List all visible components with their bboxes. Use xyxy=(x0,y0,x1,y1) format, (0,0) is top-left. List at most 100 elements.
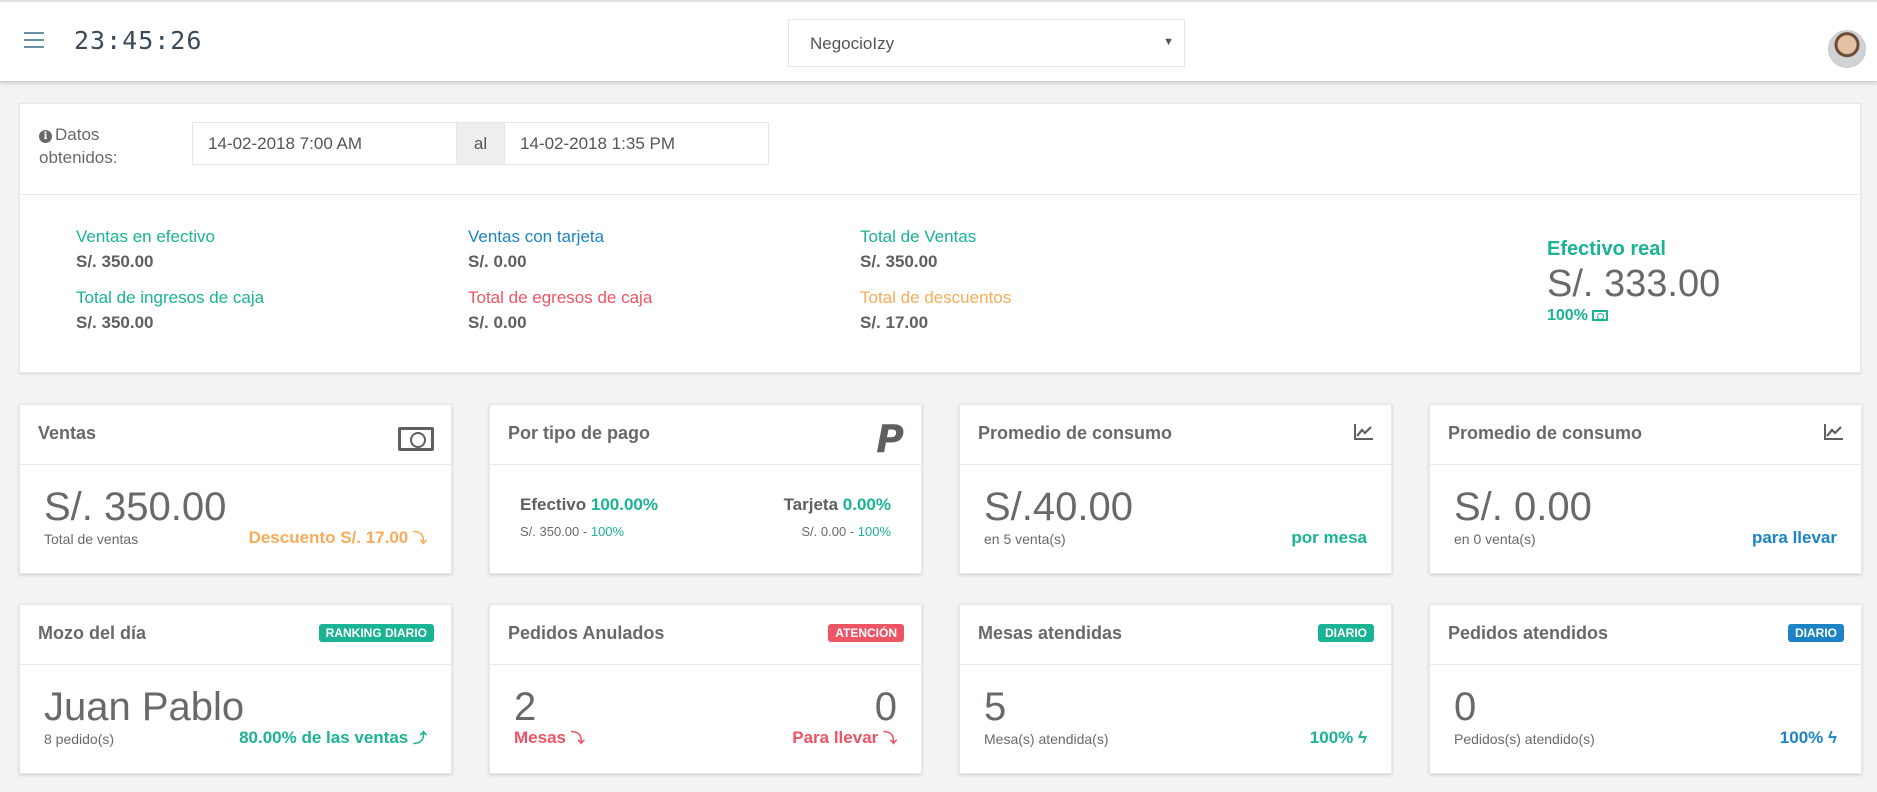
pedidos-percent-text: 100% xyxy=(1779,728,1824,747)
bolt-icon: ϟ xyxy=(1828,728,1837,747)
date-range: 14-02-2018 7:00 AM al 14-02-2018 1:35 PM xyxy=(192,122,769,165)
efectivo-real: Efectivo real S/. 333.00 100% xyxy=(1547,238,1720,325)
info-icon: i xyxy=(39,130,52,143)
arrow-down-icon: ⤵ xyxy=(883,730,897,746)
widget-consumo-llevar: Promedio de consumo S/. 0.00 en 0 venta(… xyxy=(1429,404,1862,574)
ventas-discount-text: Descuento S/. 17.00 xyxy=(248,528,409,547)
mozo-name: Juan Pablo xyxy=(44,685,245,729)
anulados-mesas-label: Mesas ⤵ xyxy=(514,728,585,748)
efectivo-real-title: Efectivo real xyxy=(1547,238,1666,260)
mesas-percent: 100% ϟ xyxy=(1310,728,1367,748)
stat-value: S/. 0.00 xyxy=(468,252,527,271)
consumo-tag: para llevar xyxy=(1751,528,1837,547)
status-badge: DIARIO xyxy=(1318,624,1374,642)
stat-ingresos-caja: Total de ingresos de caja S/. 350.00 xyxy=(76,288,264,333)
stat-value: S/. 0.00 xyxy=(468,313,527,332)
mozo-share: 80.00% de las ventas ⤴ xyxy=(239,728,427,748)
summary-header: i Datos obtenidos: 14-02-2018 7:00 AM al … xyxy=(20,104,1860,195)
stat-value: S/. 350.00 xyxy=(76,252,154,271)
stat-value: S/. 350.00 xyxy=(76,313,154,332)
business-select[interactable]: NegocioIzy ▼ xyxy=(788,19,1185,67)
widget-mozo: Mozo del día RANKING DIARIO Juan Pablo 8… xyxy=(19,604,452,774)
consumo-caption: en 0 venta(s) xyxy=(1454,531,1536,547)
mesas-percent-text: 100% xyxy=(1309,728,1354,747)
pago-label: Tarjeta xyxy=(783,495,839,514)
anulados-llevar-text: Para llevar xyxy=(792,728,879,747)
anulados-mesas-text: Mesas xyxy=(514,728,566,747)
widget-title: Mesas atendidas xyxy=(978,623,1123,643)
efectivo-real-percent: 100% xyxy=(1547,307,1720,325)
widget-header: Pedidos atendidos DIARIO xyxy=(1430,605,1861,665)
pedidos-count: 0 xyxy=(1454,685,1477,729)
widget-header: Mesas atendidas DIARIO xyxy=(960,605,1391,665)
stat-total-ventas: Total de Ventas S/. 350.00 xyxy=(860,227,976,272)
widget-pedidos: Pedidos atendidos DIARIO 0 Pedidos(s) at… xyxy=(1429,604,1862,774)
avatar[interactable] xyxy=(1828,30,1866,68)
stat-label: Ventas con tarjeta xyxy=(468,227,605,246)
pago-sub-pct: 100% xyxy=(590,524,625,539)
consumo-tag: por mesa xyxy=(1291,528,1367,547)
date-from-input[interactable]: 14-02-2018 7:00 AM xyxy=(192,122,457,165)
datos-label: i Datos obtenidos: xyxy=(39,123,149,169)
stat-label: Ventas en efectivo xyxy=(76,227,215,246)
ventas-amount: S/. 350.00 xyxy=(44,485,227,529)
efectivo-real-percent-text: 100% xyxy=(1547,307,1588,324)
summary-panel: i Datos obtenidos: 14-02-2018 7:00 AM al … xyxy=(19,103,1861,373)
consumo-amount: S/.40.00 xyxy=(984,485,1134,529)
top-navbar: 23:45:26 NegocioIzy ▼ xyxy=(0,0,1877,82)
stat-value: S/. 17.00 xyxy=(860,313,929,332)
widget-title: Ventas xyxy=(38,423,97,443)
widget-header: Pedidos Anulados ATENCIÓN xyxy=(490,605,921,665)
stat-egresos-caja: Total de egresos de caja S/. 0.00 xyxy=(468,288,652,333)
widget-mesas: Mesas atendidas DIARIO 5 Mesa(s) atendid… xyxy=(959,604,1392,774)
date-separator: al xyxy=(457,122,504,165)
pago-efectivo: Efectivo 100.00% S/. 350.00 - 100% xyxy=(520,495,658,539)
ventas-discount: Descuento S/. 17.00 ⤵ xyxy=(249,528,427,548)
stat-label: Total de ingresos de caja xyxy=(76,288,265,307)
stat-value: S/. 350.00 xyxy=(860,252,938,271)
paypal-icon: P xyxy=(876,417,904,461)
chevron-down-icon: ▼ xyxy=(1163,36,1174,48)
widget-ventas: Ventas S/. 350.00 Total de ventas Descue… xyxy=(19,404,452,574)
widget-title: Mozo del día xyxy=(38,623,146,643)
pago-pct: 0.00% xyxy=(842,495,891,514)
date-to-input[interactable]: 14-02-2018 1:35 PM xyxy=(504,122,769,165)
widget-title: Pedidos atendidos xyxy=(1448,623,1609,643)
widget-consumo-mesa: Promedio de consumo S/.40.00 en 5 venta(… xyxy=(959,404,1392,574)
datos-label-text: Datos obtenidos: xyxy=(39,125,118,167)
stat-label: Total de Ventas xyxy=(860,227,977,246)
widget-tipo-pago: Por tipo de pago P Efectivo 100.00% S/. … xyxy=(489,404,922,574)
pago-label: Efectivo xyxy=(520,495,587,514)
consumo-caption: en 5 venta(s) xyxy=(984,531,1066,547)
stat-ventas-tarjeta: Ventas con tarjeta S/. 0.00 xyxy=(468,227,604,272)
anulados-llevar-count: 0 xyxy=(874,685,897,729)
pago-sub-pct: 100% xyxy=(857,524,891,539)
status-badge: ATENCIÓN xyxy=(828,624,904,642)
stat-ventas-efectivo: Ventas en efectivo S/. 350.00 xyxy=(76,227,215,272)
widget-header: Mozo del día RANKING DIARIO xyxy=(20,605,451,665)
widget-title: Por tipo de pago xyxy=(508,423,650,443)
line-chart-icon xyxy=(1824,423,1844,446)
stat-label: Total de descuentos xyxy=(860,288,1012,307)
mesas-count: 5 xyxy=(984,685,1007,729)
widget-title: Promedio de consumo xyxy=(1448,423,1643,443)
mozo-share-text: 80.00% de las ventas xyxy=(239,728,409,747)
bolt-icon: ϟ xyxy=(1358,728,1367,747)
pago-amount: S/. 350.00 - xyxy=(520,524,588,539)
pedidos-percent: 100% ϟ xyxy=(1780,728,1837,748)
business-select-value: NegocioIzy xyxy=(810,34,895,53)
widget-title: Promedio de consumo xyxy=(978,423,1173,443)
stat-label: Total de egresos de caja xyxy=(468,288,653,307)
pago-pct: 100.00% xyxy=(590,495,658,514)
menu-icon[interactable] xyxy=(24,32,44,48)
widget-title: Pedidos Anulados xyxy=(508,623,665,643)
widget-anulados: Pedidos Anulados ATENCIÓN 2 0 Mesas ⤵ Pa… xyxy=(489,604,922,774)
line-chart-icon xyxy=(1354,423,1374,446)
arrow-down-icon: ⤵ xyxy=(570,730,585,746)
efectivo-real-value: S/. 333.00 xyxy=(1547,263,1721,305)
mozo-caption: 8 pedido(s) xyxy=(44,731,115,747)
pago-amount: S/. 0.00 - xyxy=(801,524,855,539)
arrow-down-icon: ⤵ xyxy=(413,530,427,546)
ventas-caption: Total de ventas xyxy=(44,531,139,547)
clock: 23:45:26 xyxy=(74,26,203,55)
